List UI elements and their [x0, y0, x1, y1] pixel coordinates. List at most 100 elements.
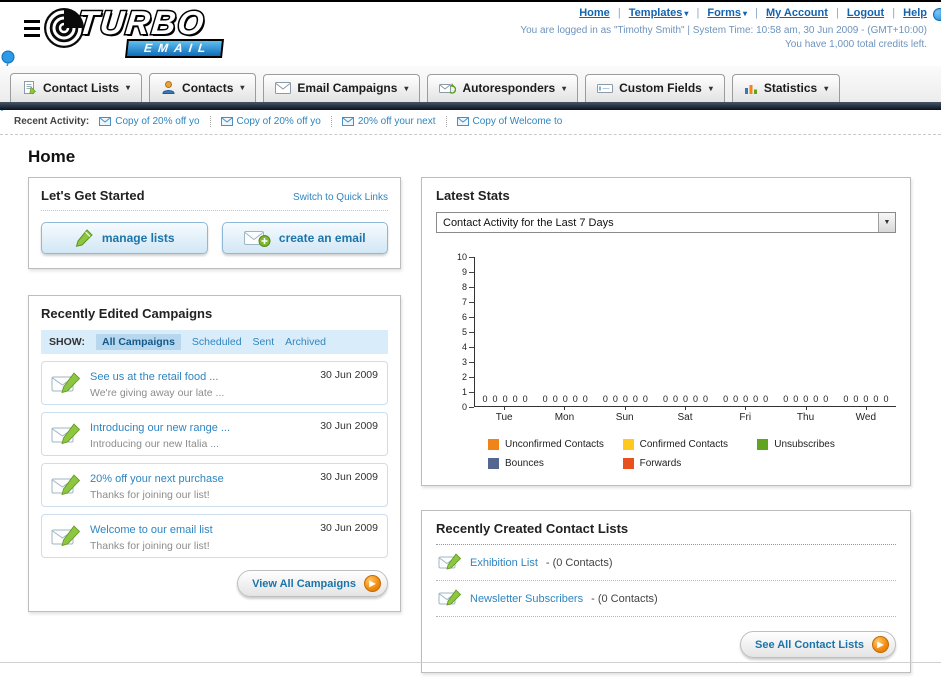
chevron-down-icon: ▾ [562, 83, 567, 93]
logo-title: TURBO [75, 3, 209, 43]
legend-item: Confirmed Contacts [622, 439, 758, 450]
nav-tab-custom-fields[interactable]: Custom Fields ▾ [585, 74, 725, 102]
bar-value-labels: 00000 [655, 394, 715, 404]
bar-value-label: 0 [582, 394, 588, 404]
right-column: Latest Stats Contact Activity for the La… [421, 177, 911, 673]
top-nav-forms-label: Forms [707, 7, 741, 19]
filter-scheduled[interactable]: Scheduled [192, 336, 242, 348]
recent-contact-lists-panel: Recently Created Contact Lists Exhibitio… [421, 510, 911, 673]
contact-list-link[interactable]: Exhibition List [470, 557, 538, 569]
nav-tab-contacts[interactable]: Contacts ▾ [149, 73, 257, 102]
main-content: Let's Get Started Switch to Quick Links … [0, 177, 941, 673]
stats-period-select[interactable]: Contact Activity for the Last 7 Days ▼ [436, 212, 896, 233]
bar-value-labels: 00000 [836, 394, 896, 404]
manage-lists-button[interactable]: manage lists [41, 222, 208, 254]
campaign-text: 20% off your next purchase Thanks for jo… [90, 469, 320, 501]
chart-value-labels: 00000000000000000000000000000000000 [475, 394, 896, 404]
filter-sent[interactable]: Sent [253, 336, 275, 348]
chevron-down-icon: ▾ [404, 83, 409, 93]
separator: | [835, 7, 839, 19]
top-nav-my-account[interactable]: My Account [766, 7, 828, 19]
bar-value-labels: 00000 [716, 394, 776, 404]
app-logo[interactable]: TURBO EMAIL [24, 3, 225, 58]
logo-text: TURBO EMAIL [75, 3, 225, 58]
view-all-campaigns-label: View All Campaigns [252, 577, 356, 590]
legend-label: Forwards [639, 458, 682, 469]
campaign-subtitle: Introducing our new Italia ... [90, 438, 219, 450]
contacts-icon [162, 81, 175, 94]
nav-tab-contact-lists[interactable]: Contact Lists ▾ [10, 73, 143, 102]
legend-label: Confirmed Contacts [639, 439, 728, 450]
create-email-label: create an email [278, 231, 366, 245]
get-started-buttons: manage lists create an email [41, 222, 388, 254]
legend-item: Unsubscribes [757, 439, 892, 450]
latest-stats-title: Latest Stats [436, 188, 510, 203]
bar-value-label: 0 [482, 394, 488, 404]
bar-value-label: 0 [743, 394, 749, 404]
campaign-text: Welcome to our email list Thanks for joi… [90, 520, 320, 552]
bar-value-label: 0 [883, 394, 889, 404]
contact-list-row[interactable]: Exhibition List - (0 Contacts) [436, 545, 896, 581]
header: TURBO EMAIL Home | Templates ▾ | Forms ▾ |… [0, 2, 941, 112]
top-nav-home[interactable]: Home [579, 7, 610, 19]
recent-activity-item[interactable]: 20% off your next [341, 116, 447, 127]
top-nav-forms[interactable]: Forms ▾ [707, 7, 747, 19]
see-all-contact-lists-button[interactable]: See All Contact Lists ▶ [739, 631, 896, 658]
bar-value-label: 0 [632, 394, 638, 404]
bar-value-labels: 00000 [475, 394, 535, 404]
bar-value-label: 0 [612, 394, 618, 404]
bar-value-label: 0 [522, 394, 528, 404]
switch-quick-links-link[interactable]: Switch to Quick Links [293, 192, 388, 203]
custom-fields-icon [597, 83, 614, 93]
filter-archived[interactable]: Archived [285, 336, 326, 348]
bar-value-label: 0 [763, 394, 769, 404]
campaign-title-link[interactable]: Introducing our new range ... [90, 422, 230, 434]
nav-tab-label: Statistics [763, 81, 818, 95]
campaign-row[interactable]: Welcome to our email list Thanks for joi… [41, 514, 388, 558]
filter-all-campaigns[interactable]: All Campaigns [95, 334, 181, 350]
campaign-title-link[interactable]: Welcome to our email list [90, 524, 213, 536]
campaign-title-link[interactable]: See us at the retail food ... [90, 371, 218, 383]
chevron-down-icon: ▾ [824, 83, 829, 93]
legend-swatch [488, 458, 499, 469]
chart-y-axis: 10 9 8 7 6 5 4 3 2 1 0 [456, 252, 467, 412]
x-tick-mark [504, 407, 506, 410]
campaign-row[interactable]: See us at the retail food ... We're givi… [41, 361, 388, 405]
campaign-row[interactable]: Introducing our new range ... Introducin… [41, 412, 388, 456]
contact-list-row[interactable]: Newsletter Subscribers - (0 Contacts) [436, 581, 896, 617]
x-tick-label: Wed [836, 407, 896, 423]
x-tick-mark [564, 407, 566, 410]
nav-tab-statistics[interactable]: Statistics ▾ [731, 74, 841, 102]
bar-value-labels: 00000 [776, 394, 836, 404]
top-nav-help[interactable]: Help [903, 7, 927, 19]
arrow-right-icon: ▶ [364, 575, 381, 592]
bar-value-label: 0 [502, 394, 508, 404]
campaign-title-link[interactable]: 20% off your next purchase [90, 473, 224, 485]
campaign-row[interactable]: 20% off your next purchase Thanks for jo… [41, 463, 388, 507]
create-email-button[interactable]: create an email [221, 222, 388, 254]
campaign-date: 30 Jun 2009 [320, 420, 378, 432]
envelope-icon [99, 117, 112, 126]
contact-list-link[interactable]: Newsletter Subscribers [470, 593, 583, 605]
recent-activity-item[interactable]: Copy of Welcome to [456, 116, 573, 127]
bar-value-label: 0 [813, 394, 819, 404]
x-tick-label: Sun [595, 407, 655, 423]
x-tick-label: Fri [715, 407, 775, 423]
top-nav: Home | Templates ▾ | Forms ▾ | My Account … [520, 7, 927, 19]
nav-tab-autoresponders[interactable]: Autoresponders ▾ [427, 74, 579, 102]
arrow-right-icon: ▶ [872, 636, 889, 653]
recent-activity-item[interactable]: Copy of 20% off yo [99, 116, 211, 127]
nav-tab-email-campaigns[interactable]: Email Campaigns ▾ [263, 74, 421, 102]
recent-activity-item[interactable]: Copy of 20% off yo [220, 116, 332, 127]
recent-activity-link: 20% off your next [357, 116, 436, 127]
show-label: SHOW: [49, 336, 85, 348]
envelope-icon [341, 117, 354, 126]
nav-tab-label: Custom Fields [619, 81, 702, 95]
x-tick-label: Sat [655, 407, 715, 423]
top-nav-logout[interactable]: Logout [847, 7, 884, 19]
campaign-date: 30 Jun 2009 [320, 522, 378, 534]
recent-activity-link: Copy of 20% off yo [236, 116, 321, 127]
top-nav-templates[interactable]: Templates ▾ [629, 7, 689, 19]
view-all-campaigns-button[interactable]: View All Campaigns ▶ [237, 570, 388, 597]
stats-chart: 10 9 8 7 6 5 4 3 2 1 0 000000000000000000000000000… [436, 252, 896, 469]
